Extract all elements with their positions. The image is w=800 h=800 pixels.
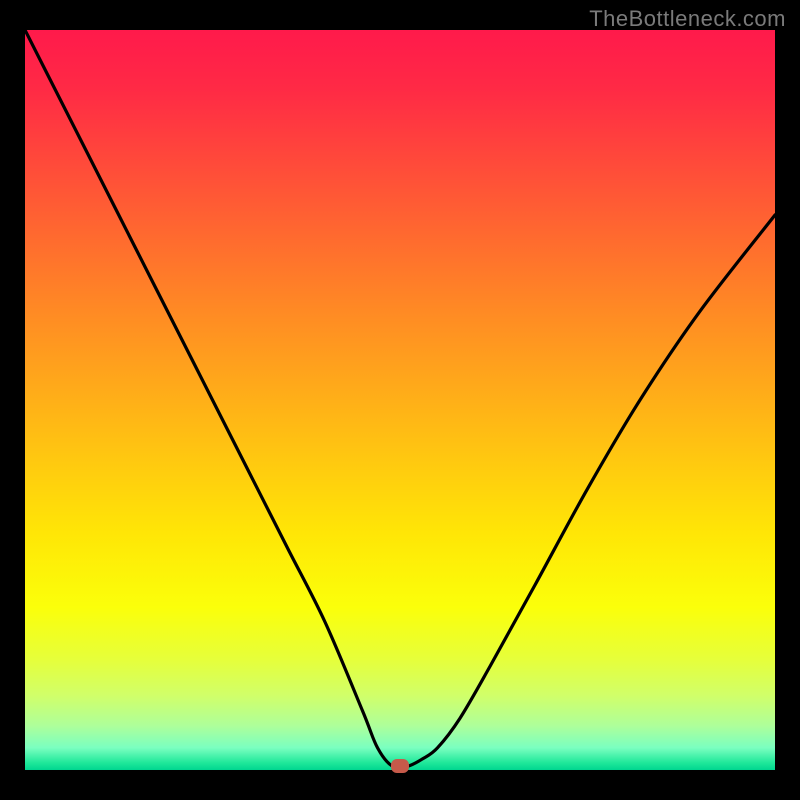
plot-area — [25, 30, 775, 770]
watermark-text: TheBottleneck.com — [589, 6, 786, 32]
minimum-marker — [391, 759, 409, 773]
curve-path — [25, 30, 775, 768]
bottleneck-curve — [25, 30, 775, 770]
chart-frame: TheBottleneck.com — [0, 0, 800, 800]
